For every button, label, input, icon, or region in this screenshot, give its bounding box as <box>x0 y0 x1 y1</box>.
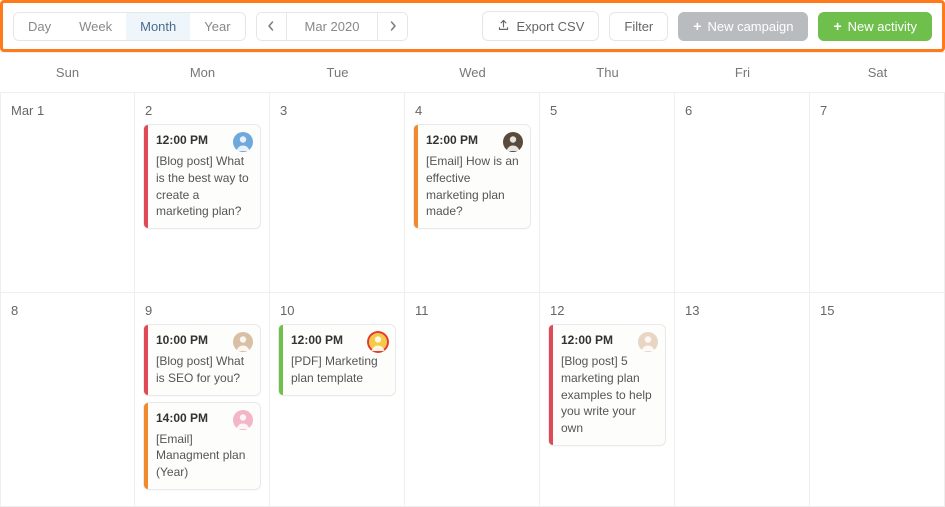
event-title: [Blog post] What is the best way to crea… <box>156 153 252 220</box>
view-day[interactable]: Day <box>14 13 65 40</box>
dow-label: Tue <box>270 53 405 93</box>
day-number: 11 <box>415 303 533 318</box>
event-card[interactable]: 12:00 PM[PDF] Marketing plan template <box>278 324 396 396</box>
avatar <box>637 331 659 353</box>
calendar-cell[interactable]: 2 12:00 PM[Blog post] What is the best wa… <box>135 93 270 293</box>
next-month-button[interactable] <box>377 13 407 40</box>
filter-label: Filter <box>624 19 653 34</box>
day-number: 13 <box>685 303 803 318</box>
day-number: 9 <box>145 303 263 318</box>
day-number: 12 <box>550 303 668 318</box>
day-number: 15 <box>820 303 938 318</box>
calendar-cell[interactable]: 3 <box>270 93 405 293</box>
day-number: 10 <box>280 303 398 318</box>
calendar-cell[interactable]: 13 <box>675 293 810 507</box>
avatar <box>367 331 389 353</box>
day-number: 3 <box>280 103 398 118</box>
calendar-cell[interactable]: 15 <box>810 293 945 507</box>
upload-icon <box>497 18 510 34</box>
avatar <box>502 131 524 153</box>
calendar-cell[interactable]: 9 10:00 PM[Blog post] What is SEO for you… <box>135 293 270 507</box>
avatar <box>232 409 254 431</box>
calendar-cell[interactable]: 6 <box>675 93 810 293</box>
view-month[interactable]: Month <box>126 13 190 40</box>
dow-label: Sun <box>0 53 135 93</box>
calendar-cell[interactable]: 10 12:00 PM[PDF] Marketing plan template <box>270 293 405 507</box>
day-number: 8 <box>11 303 128 318</box>
calendar-cell[interactable]: 12 12:00 PM[Blog post] 5 marketing plan e… <box>540 293 675 507</box>
day-number: 2 <box>145 103 263 118</box>
avatar <box>232 131 254 153</box>
dow-label: Thu <box>540 53 675 93</box>
new-campaign-label: New campaign <box>707 19 793 34</box>
new-campaign-button[interactable]: + New campaign <box>678 12 808 41</box>
calendar-cell[interactable]: Mar 1 <box>0 93 135 293</box>
event-card[interactable]: 12:00 PM[Email] How is an effective mark… <box>413 124 531 229</box>
calendar-cell[interactable]: 8 <box>0 293 135 507</box>
day-number: Mar 1 <box>11 103 128 118</box>
dow-label: Fri <box>675 53 810 93</box>
event-title: [Blog post] What is SEO for you? <box>156 353 252 387</box>
plus-icon: + <box>693 19 701 33</box>
export-csv-label: Export CSV <box>516 19 584 34</box>
event-title: [Email] Managment plan (Year) <box>156 431 252 481</box>
day-number: 6 <box>685 103 803 118</box>
filter-button[interactable]: Filter <box>609 12 668 41</box>
chevron-left-icon <box>266 19 276 34</box>
calendar-cell[interactable]: 4 12:00 PM[Email] How is an effective mar… <box>405 93 540 293</box>
event-card[interactable]: 10:00 PM[Blog post] What is SEO for you? <box>143 324 261 396</box>
export-csv-button[interactable]: Export CSV <box>482 11 599 41</box>
day-of-week-header: Sun Mon Tue Wed Thu Fri Sat <box>0 52 945 93</box>
calendar-cell[interactable]: 11 <box>405 293 540 507</box>
toolbar: Day Week Month Year Mar 2020 Export CSV … <box>0 0 945 52</box>
event-card[interactable]: 12:00 PM[Blog post] 5 marketing plan exa… <box>548 324 666 446</box>
event-title: [Email] How is an effective marketing pl… <box>426 153 522 220</box>
view-segmented: Day Week Month Year <box>13 12 246 41</box>
calendar-grid: Mar 1 2 12:00 PM[Blog post] What is the be… <box>0 93 945 507</box>
event-title: [PDF] Marketing plan template <box>291 353 387 387</box>
new-activity-label: New activity <box>848 19 917 34</box>
calendar-cell[interactable]: 7 <box>810 93 945 293</box>
day-number: 7 <box>820 103 938 118</box>
new-activity-button[interactable]: + New activity <box>818 12 932 41</box>
view-year[interactable]: Year <box>190 13 244 40</box>
month-switcher: Mar 2020 <box>256 12 409 41</box>
prev-month-button[interactable] <box>257 13 287 40</box>
day-number: 4 <box>415 103 533 118</box>
view-week[interactable]: Week <box>65 13 126 40</box>
month-label: Mar 2020 <box>287 13 378 40</box>
chevron-right-icon <box>388 19 398 34</box>
dow-label: Mon <box>135 53 270 93</box>
day-number: 5 <box>550 103 668 118</box>
event-card[interactable]: 12:00 PM[Blog post] What is the best way… <box>143 124 261 229</box>
event-title: [Blog post] 5 marketing plan examples to… <box>561 353 657 437</box>
avatar <box>232 331 254 353</box>
calendar-cell[interactable]: 5 <box>540 93 675 293</box>
event-card[interactable]: 14:00 PM[Email] Managment plan (Year) <box>143 402 261 490</box>
plus-icon: + <box>833 19 841 33</box>
dow-label: Wed <box>405 53 540 93</box>
dow-label: Sat <box>810 53 945 93</box>
